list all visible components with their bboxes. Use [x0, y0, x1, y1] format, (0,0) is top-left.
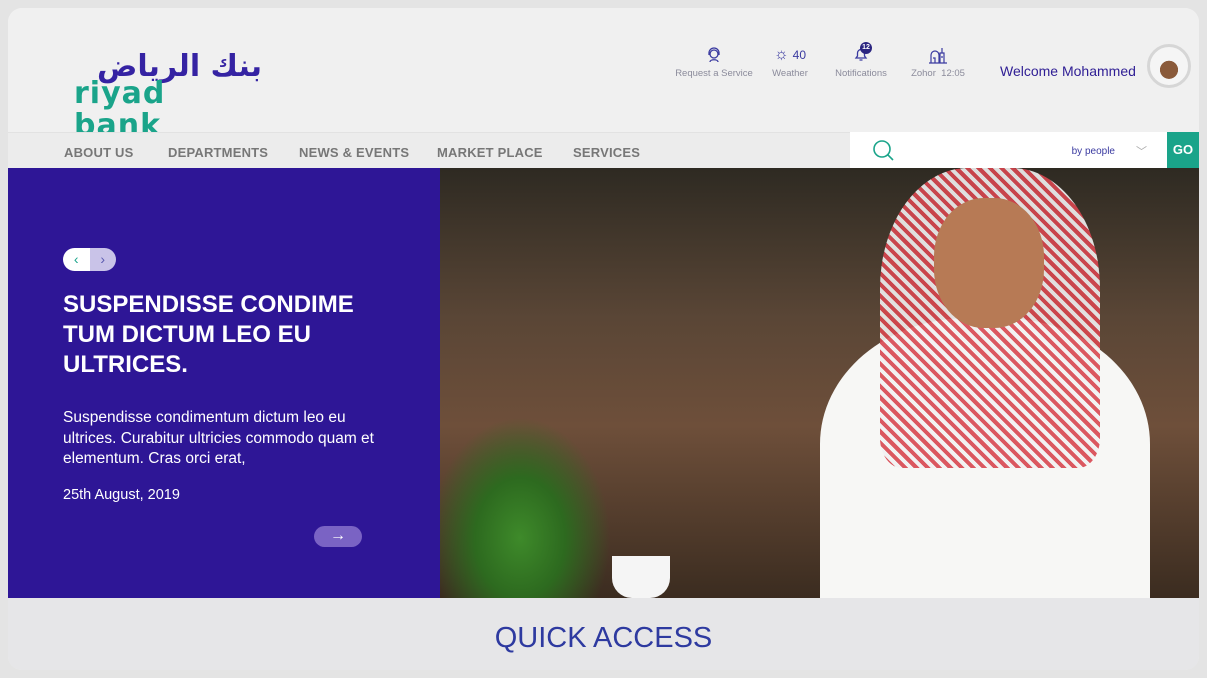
headset-icon [672, 44, 756, 66]
prayer-time-label: Zohor 12:05 [911, 68, 965, 79]
weather-label: Weather [772, 68, 808, 79]
sun-icon: ☼ [773, 46, 789, 63]
hero-image [440, 168, 1199, 598]
header: بنك الرياض riyad bank Request a Service … [8, 8, 1199, 142]
person-face [934, 198, 1044, 328]
nav-news-events[interactable]: NEWS & EVENTS [299, 145, 409, 160]
welcome-text: Welcome Mohammed [1000, 63, 1136, 79]
hero-date: 25th August, 2019 [63, 487, 180, 503]
coffee-cup [612, 556, 670, 598]
notification-badge: 12 [860, 42, 872, 54]
request-service-button[interactable]: Request a Service [672, 44, 756, 79]
search-icon [872, 139, 896, 168]
hero-description: Suspendisse condimentum dictum leo eu ul… [63, 409, 374, 467]
nav-market-place[interactable]: MARKET PLACE [437, 145, 543, 160]
hero-panel: ‹ › SUSPENDISSE CONDIME TUM DICTUM LEO E… [8, 168, 440, 598]
search-bar[interactable]: by people ﹀ [850, 132, 1167, 168]
nav-departments[interactable]: DEPARTMENTS [168, 145, 268, 160]
notifications-label: Notifications [835, 68, 887, 79]
request-service-label: Request a Service [675, 68, 753, 79]
search-filter-select[interactable]: by people [1072, 146, 1115, 157]
hero-title: SUSPENDISSE CONDIME TUM DICTUM LEO EU UL… [63, 291, 354, 378]
weather-value: 40 [792, 48, 807, 62]
notifications-button[interactable]: 12 Notifications [832, 42, 890, 79]
nav-services[interactable]: SERVICES [573, 145, 640, 160]
chevron-down-icon[interactable]: ﹀ [1136, 143, 1147, 159]
mosque-icon [906, 44, 970, 66]
prayer-time-widget[interactable]: Zohor 12:05 [906, 44, 970, 79]
arrow-right-button[interactable]: → [314, 526, 362, 547]
hero-carousel: ‹ › SUSPENDISSE CONDIME TUM DICTUM LEO E… [8, 168, 1199, 598]
page: بنك الرياض riyad bank Request a Service … [8, 8, 1199, 670]
weather-widget[interactable]: ☼ 40 Weather [764, 44, 816, 79]
carousel-arrows: ‹ › [63, 248, 116, 271]
quick-access-title: QUICK ACCESS [494, 622, 713, 654]
riyad-bank-logo[interactable]: بنك الرياض riyad bank [72, 52, 262, 142]
quick-access-section: QUICK ACCESS [8, 598, 1199, 670]
avatar[interactable] [1147, 44, 1191, 88]
chevron-left-icon[interactable]: ‹ [63, 248, 90, 271]
nav-about-us[interactable]: ABOUT US [64, 145, 134, 160]
chevron-right-icon[interactable]: › [89, 248, 116, 271]
go-button[interactable]: GO [1167, 132, 1199, 168]
